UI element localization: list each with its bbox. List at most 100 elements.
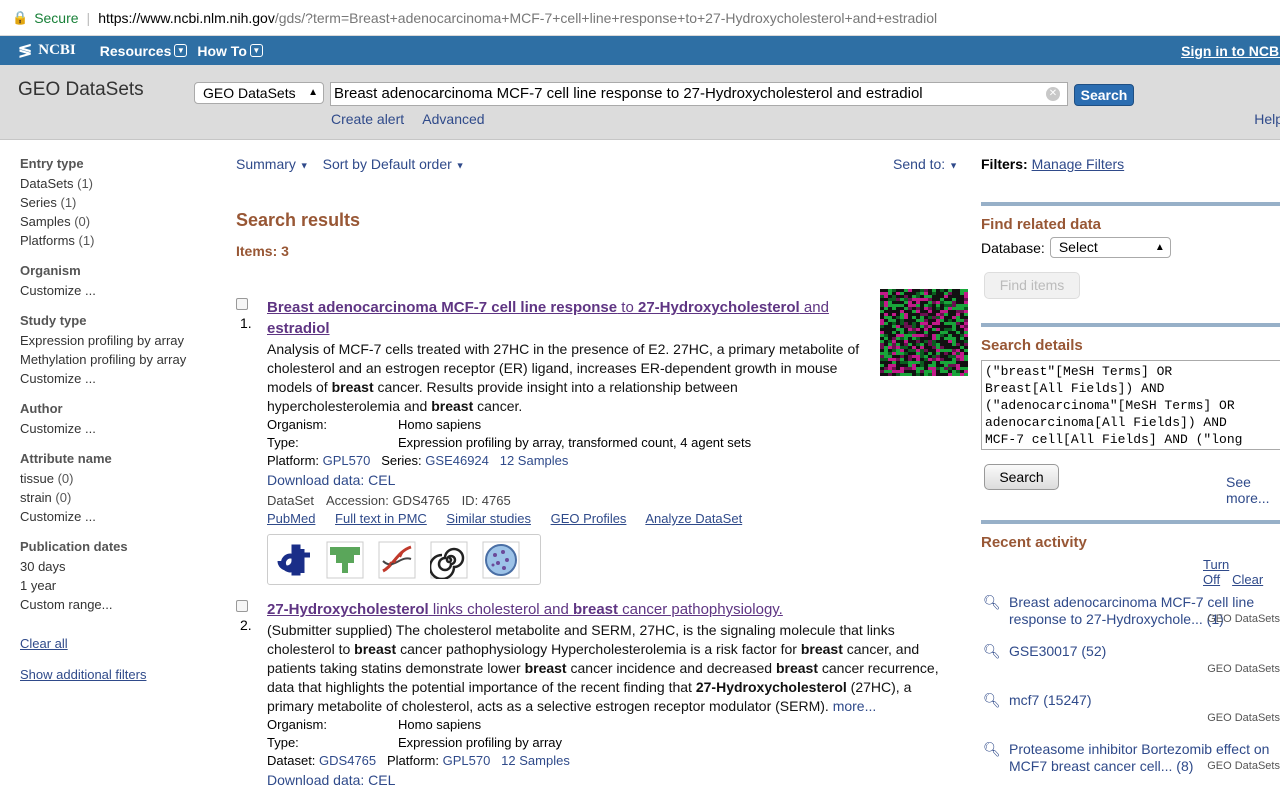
platform-link[interactable]: GPL570 (323, 453, 371, 468)
filter-item-customize[interactable]: Customize ... (20, 507, 220, 526)
filter-item-customize[interactable]: Customize ... (20, 369, 220, 388)
result-checkbox[interactable] (236, 298, 248, 310)
clear-search-icon[interactable]: ✕ (1046, 87, 1060, 101)
result-description: Analysis of MCF-7 cells treated with 27H… (267, 341, 860, 414)
resources-menu[interactable]: Resources ▼ (100, 43, 188, 59)
show-additional-filters-link[interactable]: Show additional filters (20, 667, 220, 682)
help-link[interactable]: Help (1254, 111, 1280, 127)
more-link[interactable]: more... (833, 698, 877, 714)
recent-item[interactable]: 🔍︎ GSE30017 (52) GEO DataSets (981, 643, 1280, 685)
cluster-analysis-icon[interactable] (326, 541, 364, 579)
heatmap-thumbnail[interactable] (880, 289, 968, 376)
result-accession: DataSet Accession: GDS4765 ID: 4765 (267, 493, 511, 508)
search-input-value: Breast adenocarcinoma MCF-7 cell line re… (334, 85, 923, 102)
similar-studies-link[interactable]: Similar studies (446, 511, 531, 526)
items-count: Items: 3 (236, 243, 289, 259)
result-organism: Organism: Homo sapiens (267, 417, 482, 432)
browser-address-bar[interactable]: 🔒 Secure | https://www.ncbi.nlm.nih.gov /… (0, 0, 1280, 36)
recent-item[interactable]: 🔍︎ mcf7 (15247) GEO DataSets (981, 692, 1280, 734)
search-details-query[interactable]: ("breast"[MeSH Terms] OR Breast[All Field… (981, 360, 1280, 450)
recent-activity-controls: Turn Off Clear (981, 557, 1280, 587)
ncbi-logo[interactable]: ≶ NCBI (18, 41, 76, 61)
series-link[interactable]: GSE46924 (425, 453, 489, 468)
filter-item-methylation[interactable]: Methylation profiling by array (20, 350, 220, 369)
result-organism: Organism: Homo sapiens (267, 717, 482, 732)
filter-item-samples[interactable]: Samples (0) (20, 212, 220, 231)
results-toolbar: Summary ▼ Sort by Default order ▼ Send t… (236, 156, 966, 178)
recent-item[interactable]: 🔍︎ Breast adenocarcinoma MCF-7 cell line… (981, 594, 1280, 636)
recent-item[interactable]: 🔍︎ Proteasome inhibitor Bortezomib effec… (981, 741, 1280, 783)
caret-down-icon: ▼ (455, 160, 465, 171)
address-separator: | (86, 9, 91, 26)
search-input[interactable]: Breast adenocarcinoma MCF-7 cell line re… (330, 82, 1068, 106)
filter-item-strain[interactable]: strain (0) (20, 488, 220, 507)
database-title: GEO DataSets (18, 79, 144, 100)
filter-item-customize[interactable]: Customize ... (20, 419, 220, 438)
geo-profiles-link[interactable]: GEO Profiles (551, 511, 627, 526)
download-data-link[interactable]: Download data: CEL (267, 770, 966, 790)
search-details-button[interactable]: Search (984, 464, 1059, 490)
database-select[interactable]: GEO DataSets ▲ (194, 82, 324, 104)
analyze-dataset-link[interactable]: Analyze DataSet (645, 511, 742, 526)
clear-link[interactable]: Clear (1232, 572, 1263, 587)
pmc-link[interactable]: Full text in PMC (335, 511, 427, 526)
filter-item-tissue[interactable]: tissue (0) (20, 469, 220, 488)
result-title-link[interactable]: Breast adenocarcinoma MCF-7 cell line re… (267, 297, 867, 339)
dna-icon[interactable] (378, 541, 416, 579)
caret-down-icon: ▼ (949, 160, 958, 171)
advanced-link[interactable]: Advanced (422, 111, 484, 127)
send-to-dropdown[interactable]: Send to: ▼ (893, 156, 958, 172)
see-more-link[interactable]: See more... (1226, 474, 1280, 506)
filter-item-platforms[interactable]: Platforms (1) (20, 231, 220, 250)
filter-item-customize[interactable]: Customize ... (20, 281, 220, 300)
filter-item-1-year[interactable]: 1 year (20, 576, 220, 595)
search-sublinks: Create alert Advanced (331, 111, 500, 127)
filters-row: Filters: Manage Filters (981, 156, 1125, 172)
find-items-button[interactable]: Find items (984, 272, 1080, 299)
create-alert-link[interactable]: Create alert (331, 111, 404, 127)
related-database-select[interactable]: Select ▲ (1049, 237, 1171, 258)
url-host[interactable]: https://www.ncbi.nlm.nih.gov (98, 10, 275, 26)
resources-label: Resources (99, 42, 172, 59)
turn-off-link[interactable]: Turn Off (1203, 557, 1229, 587)
filter-item-expression[interactable]: Expression profiling by array (20, 331, 220, 350)
dataset-link[interactable]: GDS4765 (319, 753, 376, 768)
platform-link[interactable]: GPL570 (443, 753, 491, 768)
filter-item-datasets[interactable]: DataSets (1) (20, 174, 220, 193)
howto-menu[interactable]: How To ▼ (197, 43, 263, 59)
filter-group-publication-dates: Publication dates 30 days 1 year Custom … (20, 539, 220, 614)
ncbi-logo-icon: ≶ (18, 40, 33, 60)
result-number: 1. (240, 315, 252, 331)
samples-link[interactable]: 12 Samples (500, 453, 569, 468)
filter-item-30-days[interactable]: 30 days (20, 557, 220, 576)
spiral-icon[interactable] (430, 541, 468, 579)
result-number: 2. (240, 617, 252, 633)
secure-label: Secure (34, 9, 79, 26)
samples-link[interactable]: 12 Samples (501, 753, 570, 768)
cells-icon[interactable] (482, 541, 520, 579)
filter-item-custom-range[interactable]: Custom range... (20, 595, 220, 614)
filter-group-study-type: Study type Expression profiling by array… (20, 313, 220, 388)
download-data-link[interactable]: Download data: CEL (267, 470, 966, 490)
database-select-value: GEO DataSets (203, 85, 296, 101)
filter-item-series[interactable]: Series (1) (20, 193, 220, 212)
summary-dropdown[interactable]: Summary ▼ (236, 156, 309, 172)
pubmed-link[interactable]: PubMed (267, 511, 315, 526)
manage-filters-link[interactable]: Manage Filters (1032, 156, 1125, 172)
howto-label: How To (197, 42, 247, 59)
url-path[interactable]: /gds/?term=Breast+adenocarcinoma+MCF-7+c… (275, 10, 937, 26)
filter-group-heading: Study type (20, 313, 87, 328)
result-title-link[interactable]: 27-Hydroxycholesterol links cholesterol … (267, 599, 966, 620)
search-icon: 🔍︎ (983, 741, 1001, 757)
sort-dropdown[interactable]: Sort by Default order ▼ (323, 156, 465, 172)
clear-all-link[interactable]: Clear all (20, 636, 220, 651)
filter-group-heading: Publication dates (20, 539, 128, 554)
filter-group-heading: Organism (20, 263, 81, 278)
heatmap-thumbnail-image (880, 289, 968, 376)
result-checkbox[interactable] (236, 600, 248, 612)
filter-group-attribute-name: Attribute name tissue (0) strain (0) Cus… (20, 451, 220, 526)
sign-in-link[interactable]: Sign in to NCBI (1181, 43, 1280, 59)
dataset-browser-icon[interactable] (274, 541, 312, 579)
search-button[interactable]: Search (1074, 84, 1134, 106)
result-dataset: Dataset: GDS4765 Platform: GPL570 12 Sam… (267, 753, 570, 768)
